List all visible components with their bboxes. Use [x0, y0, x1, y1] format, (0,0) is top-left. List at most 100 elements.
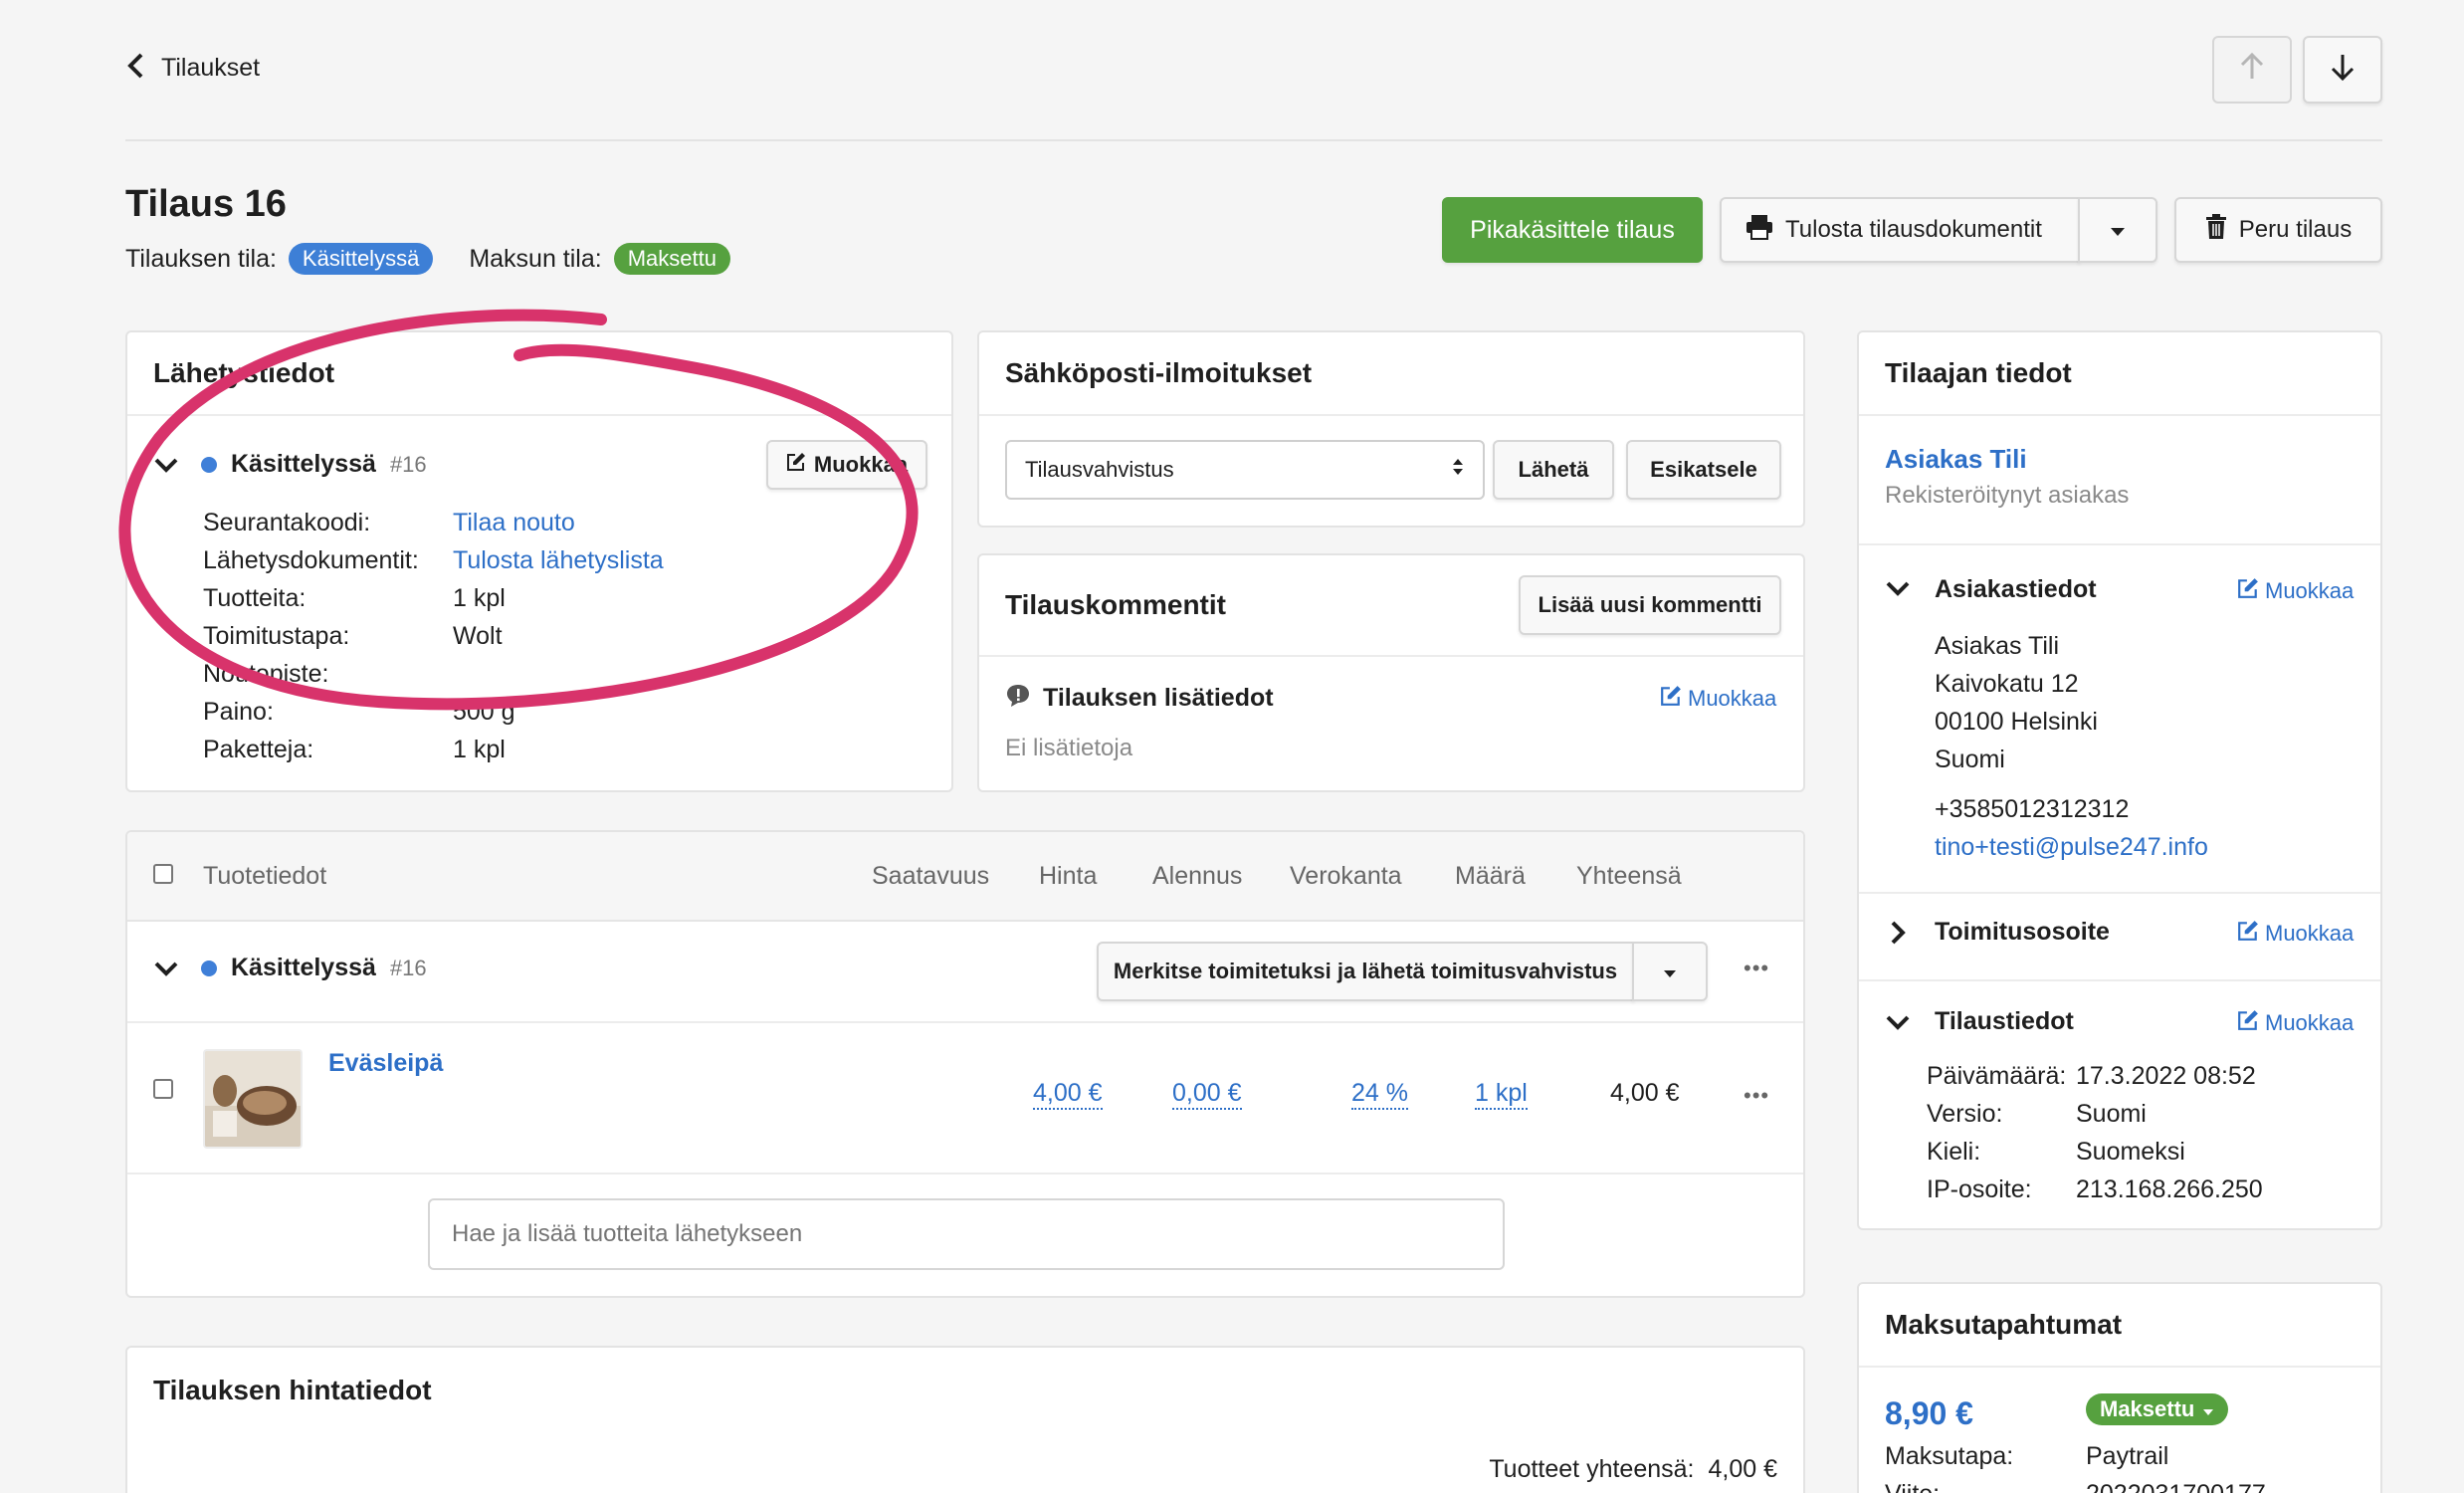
group-number: #16 [389, 955, 427, 980]
order-details-edit[interactable]: Muokkaa [2237, 1009, 2354, 1037]
email-template-value: Tilausvahvistus [1025, 457, 1174, 482]
pricing-card: Tilauksen hintatiedot Tuotteet yhteensä:… [125, 1346, 1805, 1493]
product-price[interactable]: 4,00 € [1033, 1079, 1103, 1110]
shipping-row-label: Lähetysdokumentit: [203, 546, 419, 574]
col-header-total: Yhteensä [1576, 862, 1682, 890]
shipment-status: Käsittelyssä #16 [201, 450, 427, 479]
cancel-order-button[interactable]: Peru tilaus [2174, 197, 2382, 263]
preview-email-button[interactable]: Esikatsele [1626, 440, 1781, 500]
customer-details-edit-label: Muokkaa [2265, 578, 2355, 603]
caret-down-icon [2202, 1396, 2214, 1422]
quick-process-button[interactable]: Pikakäsittele tilaus [1442, 197, 1703, 263]
mark-delivered-button[interactable]: Merkitse toimitetuksi ja lähetä toimitus… [1097, 942, 1634, 1001]
customer-name-link[interactable]: Asiakas Tili [1885, 444, 2027, 475]
comment-icon [1005, 683, 1031, 714]
quick-process-label: Pikakäsittele tilaus [1470, 215, 1675, 244]
group-more-icon[interactable]: ••• [1744, 956, 1769, 981]
shipping-row-value: 1 kpl [453, 736, 506, 763]
payment-method-label: Maksutapa: [1885, 1442, 2014, 1470]
order-detail-row: Päivämäärä: 17.3.2022 08:52 [1927, 1057, 2263, 1095]
order-detail-value: 213.168.266.250 [2076, 1175, 2263, 1203]
edit-icon [1660, 685, 1682, 713]
customer-details-edit[interactable]: Muokkaa [2237, 577, 2354, 605]
address-line: 00100 Helsinki [1935, 708, 2098, 736]
chevron-down-icon[interactable] [1885, 1009, 1911, 1040]
chevron-down-icon[interactable] [153, 452, 179, 483]
select-all-checkbox[interactable] [153, 864, 173, 884]
printer-icon [1745, 214, 1773, 247]
chevron-down-icon[interactable] [153, 956, 179, 986]
order-detail-label: Kieli: [1927, 1138, 1981, 1166]
order-detail-value: 17.3.2022 08:52 [2076, 1062, 2256, 1090]
order-info-empty: Ei lisätietoja [1005, 735, 1133, 761]
product-name-link[interactable]: Eväsleipä [328, 1049, 443, 1078]
products-total-value: 4,00 € [1708, 1455, 1777, 1483]
mark-delivered-dropdown[interactable] [1632, 942, 1708, 1001]
shipping-row: Paketteja: 1 kpl [203, 731, 760, 768]
add-comment-label: Lisää uusi kommentti [1538, 592, 1762, 617]
product-search-input[interactable] [428, 1198, 1505, 1270]
shipping-address-title: Toimitusosoite [1935, 918, 2110, 946]
product-total: 4,00 € [1610, 1079, 1680, 1107]
preview-email-label: Esikatsele [1650, 457, 1757, 482]
order-detail-label: IP-osoite: [1927, 1175, 2032, 1203]
chevron-down-icon[interactable] [1885, 575, 1911, 606]
order-pickup-link[interactable]: Tilaa nouto [453, 504, 575, 541]
trash-icon [2205, 213, 2227, 247]
row-divider [127, 1021, 1803, 1023]
product-group-status: Käsittelyssä #16 [201, 954, 427, 982]
order-info-edit[interactable]: Muokkaa [1660, 685, 1776, 713]
payment-status-badge: Maksettu [613, 243, 730, 275]
print-packing-list-link[interactable]: Tulosta lähetyslista [453, 541, 664, 579]
shipping-address-edit[interactable]: Muokkaa [2237, 920, 2354, 948]
payment-status-text: Maksettu [2100, 1396, 2195, 1421]
shipping-edit-button[interactable]: Muokkaa [766, 440, 927, 490]
shipping-row: Paino: 500 g [203, 693, 760, 731]
section-divider [1859, 892, 2380, 894]
send-email-button[interactable]: Lähetä [1493, 440, 1614, 500]
customer-email-link[interactable]: tino+testi@pulse247.info [1935, 833, 2208, 861]
order-status-label: Tilauksen tila: [125, 244, 277, 273]
print-docs-dropdown[interactable] [2078, 197, 2157, 263]
payment-status-dropdown[interactable]: Maksettu [2086, 1393, 2229, 1425]
product-quantity[interactable]: 1 kpl [1475, 1079, 1528, 1110]
chevron-right-icon[interactable] [1885, 920, 1911, 951]
edit-icon [786, 452, 806, 478]
prev-order-button[interactable] [2212, 36, 2292, 104]
shipping-row-label: Paketteja: [203, 736, 314, 763]
row-divider [127, 1173, 1803, 1174]
print-docs-button[interactable]: Tulosta tilausdokumentit [1720, 197, 2080, 263]
shipping-row: Seurantakoodi: Tilaa nouto [203, 504, 760, 541]
email-template-select[interactable]: Tilausvahvistus [1005, 440, 1485, 500]
payment-ref: Viite:2022031700177 [1885, 1475, 2266, 1493]
product-tax[interactable]: 24 % [1351, 1079, 1408, 1110]
shipping-row: Lähetysdokumentit: Tulosta lähetyslista [203, 541, 760, 579]
order-status-badge: Käsittelyssä [288, 243, 434, 275]
order-info-title: Tilauksen lisätiedot [1043, 684, 1274, 712]
back-link[interactable]: Tilaukset [125, 52, 260, 85]
print-docs-label: Tulosta tilausdokumentit [1785, 216, 2042, 243]
order-detail-row: IP-osoite: 213.168.266.250 [1927, 1171, 2263, 1208]
product-discount[interactable]: 0,00 € [1172, 1079, 1242, 1110]
group-status-label: Käsittelyssä [231, 954, 376, 981]
payment-method: Maksutapa: Paytrail [1885, 1437, 2266, 1475]
customer-card: Tilaajan tiedot Asiakas Tili Rekisteröit… [1857, 330, 2382, 1230]
product-thumbnail [203, 1049, 303, 1149]
customer-details-title: Asiakastiedot [1935, 575, 2097, 603]
page-title: Tilaus 16 [125, 183, 287, 225]
chevron-left-icon [125, 52, 147, 85]
add-comment-button[interactable]: Lisää uusi kommentti [1519, 575, 1781, 635]
next-order-button[interactable] [2303, 36, 2382, 104]
shipping-card: Lähetystiedot Käsittelyssä #16 Muokkaa S… [125, 330, 953, 792]
shipping-row-label: Paino: [203, 698, 274, 726]
caret-down-icon [1663, 958, 1677, 985]
shipment-status-label: Käsittelyssä [231, 450, 376, 478]
payment-method-value: Paytrail [2086, 1442, 2169, 1470]
product-row-checkbox[interactable] [153, 1079, 173, 1099]
header-divider [125, 139, 2382, 141]
payment-status-label: Maksun tila: [469, 244, 602, 273]
shipping-row: Toimitustapa: Wolt [203, 617, 760, 655]
order-details-edit-label: Muokkaa [2265, 1010, 2355, 1035]
order-details-title: Tilaustiedot [1935, 1007, 2074, 1035]
product-more-icon[interactable]: ••• [1744, 1083, 1769, 1109]
